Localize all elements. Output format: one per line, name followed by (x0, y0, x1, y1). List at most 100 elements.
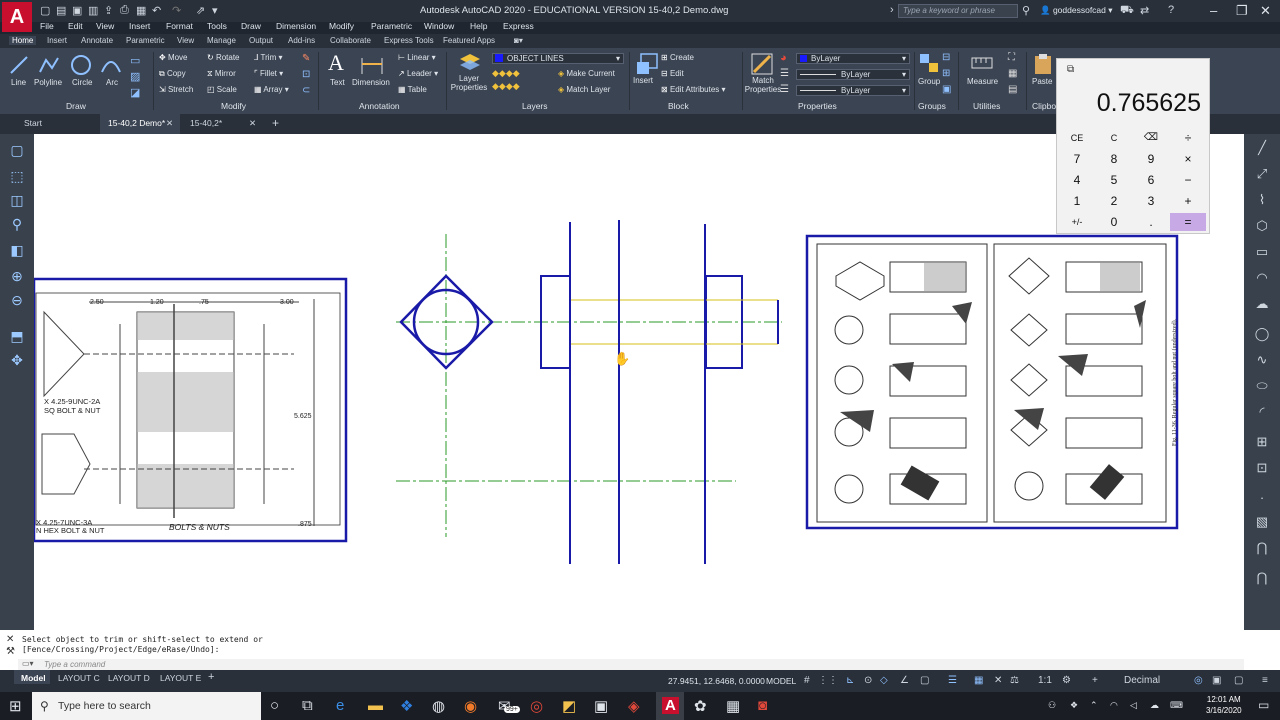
app-icon[interactable]: ◈ (628, 697, 640, 715)
menu-view[interactable]: View (96, 21, 114, 31)
rectangle-tool-icon[interactable]: ▭ (1251, 244, 1273, 262)
file-explorer-icon[interactable]: ▬ (368, 697, 383, 714)
layer-dropdown[interactable]: OBJECT LINES ▾ (492, 53, 624, 64)
maximize-icon[interactable]: ❐ (1236, 3, 1248, 19)
user-account[interactable]: 👤 goddessofcad ▾ (1040, 5, 1113, 16)
key-7[interactable]: 7 (1059, 150, 1095, 168)
tab-view[interactable]: View (177, 36, 194, 45)
search-expand-icon[interactable]: › (890, 4, 894, 16)
key-divide[interactable]: ÷ (1170, 129, 1206, 147)
spline-tool-icon[interactable]: ∿ (1251, 352, 1273, 370)
app-icon[interactable]: ◍ (432, 697, 445, 715)
region-icon[interactable]: ◪ (130, 86, 140, 99)
key-plus[interactable]: + (1170, 192, 1206, 210)
create-block-button[interactable]: ⊞ Create (661, 53, 694, 62)
key-1[interactable]: 1 (1059, 192, 1095, 210)
cloud-tool-icon[interactable]: ☁ (1251, 296, 1273, 314)
clean-screen-icon[interactable]: ▢ (1234, 675, 1243, 686)
key-c[interactable]: C (1096, 129, 1132, 147)
hatch-icon[interactable]: ▨ (130, 70, 140, 83)
key-9[interactable]: 9 (1133, 150, 1169, 168)
key-backspace[interactable]: ⌫ (1133, 129, 1169, 147)
block-panel-title[interactable]: Block (668, 101, 689, 111)
chrome-icon[interactable]: ◎ (530, 697, 543, 715)
binoculars-icon[interactable]: ⚲ (1022, 4, 1030, 17)
grid-icon[interactable]: # (804, 675, 810, 686)
line-label[interactable]: Line (11, 78, 26, 87)
key-negate[interactable]: +/- (1059, 213, 1095, 231)
magnet-icon[interactable]: ⋂ (1251, 540, 1273, 558)
undo-icon[interactable]: ↶ (152, 4, 161, 17)
web-mobile-icon[interactable]: ⇪ (104, 4, 113, 17)
onedrive-icon[interactable]: ☁ (1150, 700, 1159, 711)
zoom-previous-icon[interactable]: ◫ (6, 192, 28, 210)
measure-label[interactable]: Measure (967, 77, 998, 86)
move-button[interactable]: ✥ Move (159, 53, 188, 62)
paste-label[interactable]: Paste (1032, 77, 1052, 86)
app-icon[interactable]: ✿ (694, 697, 707, 715)
key-decimal[interactable]: . (1133, 213, 1169, 231)
tab-layout-c[interactable]: LAYOUT C (58, 673, 100, 683)
tab-layout-d[interactable]: LAYOUT D (108, 673, 150, 683)
key-0[interactable]: 0 (1096, 213, 1132, 231)
trim-button[interactable]: ⅃ Trim ▾ (254, 53, 283, 62)
edit-attributes-button[interactable]: ⊠ Edit Attributes ▾ (661, 85, 726, 94)
tab-home[interactable]: Home (9, 36, 37, 45)
menu-dimension[interactable]: Dimension (276, 21, 316, 31)
dropbox-icon[interactable]: ❖ (400, 697, 413, 715)
zoom-dynamic-icon[interactable]: ◧ (6, 242, 28, 260)
menu-insert[interactable]: Insert (129, 21, 150, 31)
scale-button[interactable]: ◰ Scale (207, 85, 237, 94)
help-search-input[interactable]: Type a keyword or phrase (898, 4, 1018, 18)
group-label[interactable]: Group (918, 77, 940, 86)
edge-browser-icon[interactable]: e (336, 697, 344, 714)
group-icon[interactable] (918, 52, 940, 74)
help-icon[interactable]: ? (1168, 4, 1174, 16)
ungroup-icon[interactable]: ⊟ (942, 52, 950, 63)
text-icon[interactable]: A (328, 50, 344, 76)
polyline-label[interactable]: Polyline (34, 78, 62, 87)
taskbar-search[interactable]: ⚲ Type here to search (32, 692, 261, 720)
circle-tool-icon[interactable]: ◯ (1251, 326, 1273, 344)
fillet-button[interactable]: ⌜ Fillet ▾ (254, 69, 283, 78)
plus-icon[interactable]: + (1092, 675, 1098, 686)
wifi-icon[interactable]: ◠ (1110, 700, 1118, 711)
lineweight-dropdown[interactable]: ByLayer ▾ (796, 85, 910, 96)
id-point-icon[interactable]: ▤ (1008, 84, 1017, 95)
polygon-tool-icon[interactable]: ⬡ (1251, 218, 1273, 236)
layer-properties-label[interactable]: Layer Properties (450, 74, 488, 92)
zoom-realtime-icon[interactable]: ⚲ (6, 216, 28, 234)
open-icon[interactable]: ▤ (56, 4, 66, 17)
zoom-scale-icon[interactable]: ✥ (6, 352, 28, 370)
line-icon[interactable] (8, 54, 30, 76)
zoom-out-icon[interactable]: ⊖ (6, 292, 28, 310)
table-button[interactable]: ▦ Table (398, 85, 427, 94)
system-clock[interactable]: 12:01 AM 3/16/2020 (1206, 694, 1242, 716)
close-icon[interactable]: ✕ (1260, 3, 1271, 19)
windows-start-icon[interactable]: ⊞ (9, 697, 22, 715)
lineweight-toggle-icon[interactable]: ☰ (948, 675, 957, 686)
recorder-icon[interactable]: ◙ (758, 697, 767, 714)
command-input[interactable]: Type a command (18, 659, 1244, 670)
ribbon-minimize-icon[interactable]: ◙▾ (514, 36, 523, 45)
annotation-scale[interactable]: 1:1 (1038, 675, 1052, 686)
tab-collaborate[interactable]: Collaborate (330, 36, 371, 45)
menu-draw[interactable]: Draw (241, 21, 261, 31)
firefox-icon[interactable]: ◉ (464, 697, 477, 715)
stretch-button[interactable]: ⇲ Stretch (159, 85, 193, 94)
measure-icon[interactable] (970, 52, 994, 74)
layer-tools-icons[interactable]: ◆◆◆◆ (492, 81, 520, 92)
model-space-toggle[interactable]: MODEL (766, 676, 796, 686)
tab-output[interactable]: Output (249, 36, 273, 45)
a360-icon[interactable]: ⇄ (1140, 4, 1149, 17)
zoom-window-icon[interactable]: ▢ (6, 142, 28, 160)
ortho-icon[interactable]: ⊾ (846, 675, 854, 686)
customize-icon[interactable]: ⚒ (6, 646, 15, 657)
erase-icon[interactable]: ✎ (302, 53, 310, 64)
selection-cycling-icon[interactable]: ✕ (994, 675, 1002, 686)
line-tool-icon[interactable]: ╱ (1251, 140, 1273, 158)
text-label[interactable]: Text (330, 78, 345, 87)
dimension-label[interactable]: Dimension (352, 78, 390, 87)
app-icon[interactable]: ▣ (594, 697, 608, 715)
xline-tool-icon[interactable]: ⤢ (1251, 166, 1273, 184)
